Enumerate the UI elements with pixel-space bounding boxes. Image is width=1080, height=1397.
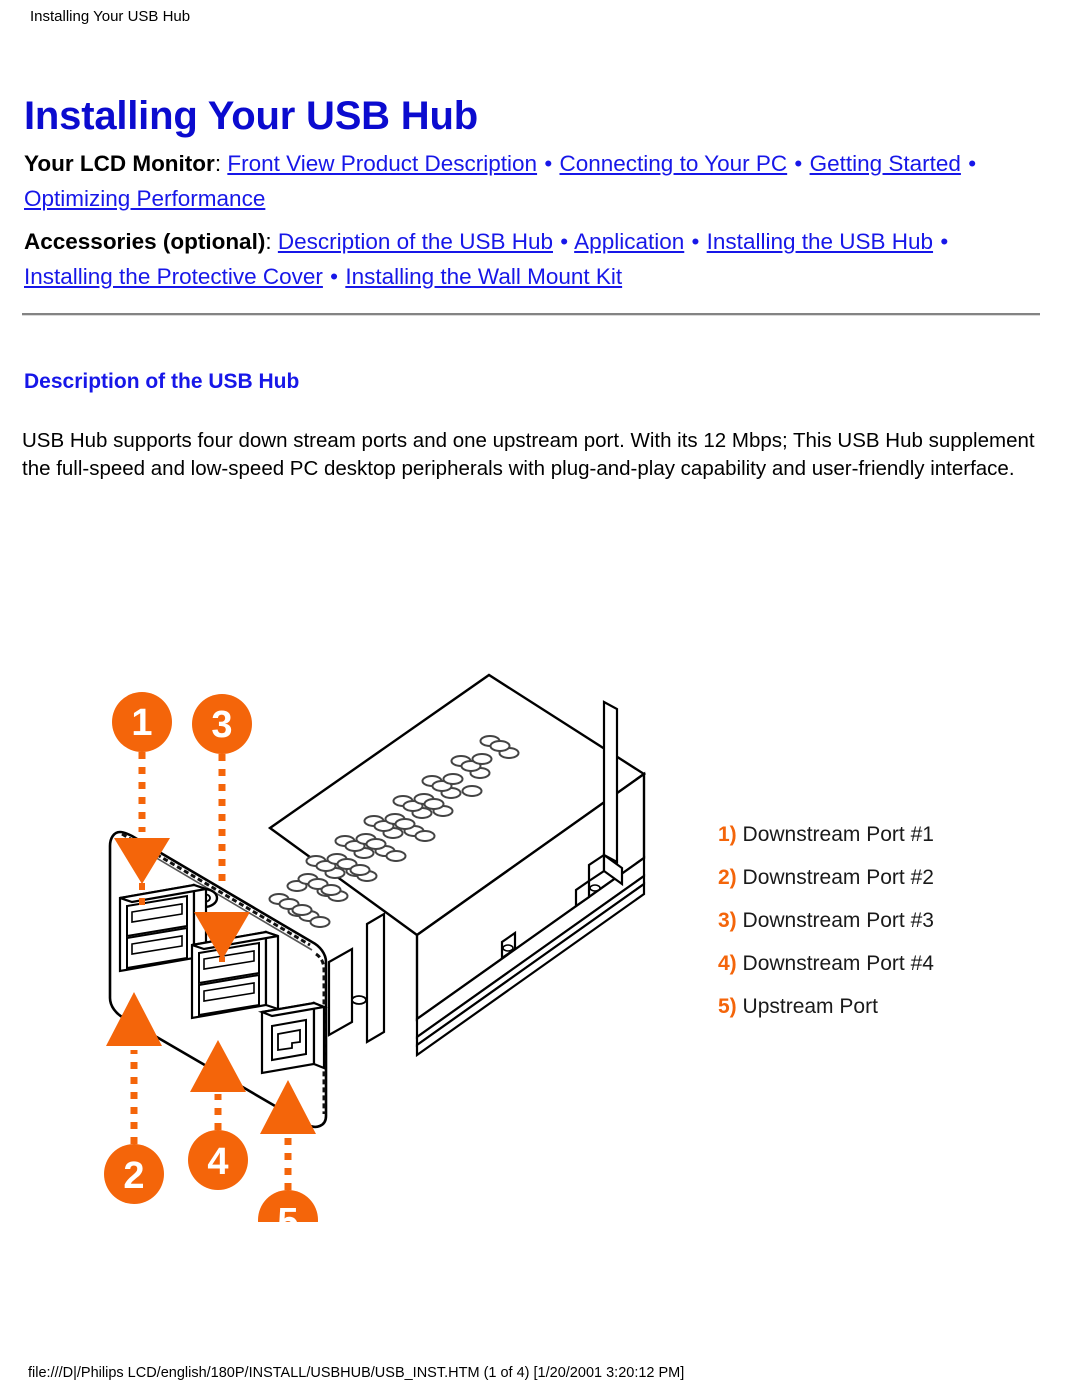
list-item: 4) Downstream Port #4 <box>718 952 1038 976</box>
hub-inner-panel <box>327 912 386 1044</box>
legend-number: 1) <box>718 823 737 846</box>
link-installing-the-usb-hub[interactable]: Installing the USB Hub <box>707 229 933 254</box>
nav-bullet: • <box>940 229 949 254</box>
link-front-view-product-description[interactable]: Front View Product Description <box>227 151 537 176</box>
usb-port-stack-right <box>190 930 280 1020</box>
nav-bullet: • <box>330 264 339 289</box>
callout-3: 3 <box>192 694 252 962</box>
list-item: 5) Upstream Port <box>718 995 1038 1019</box>
callout-4-number: 4 <box>207 1141 228 1183</box>
usb-hub-diagram: 1 3 2 4 5 <box>84 662 684 1222</box>
list-item: 1) Downstream Port #1 <box>718 823 1038 847</box>
link-connecting-to-your-pc[interactable]: Connecting to Your PC <box>559 151 787 176</box>
footer-file-path: file:///D|/Philips LCD/english/180P/INST… <box>28 1365 685 1381</box>
link-getting-started[interactable]: Getting Started <box>810 151 961 176</box>
callout-1-number: 1 <box>131 702 152 744</box>
link-application[interactable]: Application <box>574 229 684 254</box>
link-description-of-the-usb-hub[interactable]: Description of the USB Hub <box>278 229 553 254</box>
horizontal-divider <box>22 313 1040 316</box>
list-item: 2) Downstream Port #2 <box>718 866 1038 890</box>
link-installing-the-wall-mount-kit[interactable]: Installing the Wall Mount Kit <box>345 264 622 289</box>
page-title: Installing Your USB Hub <box>24 93 478 138</box>
legend-label: Downstream Port #1 <box>742 823 934 846</box>
legend-number: 4) <box>718 952 737 975</box>
nav-monitor-lead: Your LCD Monitor <box>24 151 215 176</box>
nav-accessories-lead: Accessories (optional) <box>24 229 266 254</box>
legend-label: Downstream Port #3 <box>742 909 934 932</box>
nav-accessories-separator: : <box>265 229 272 254</box>
breadcrumb-accessories: Accessories (optional): Description of t… <box>24 224 1042 294</box>
link-optimizing-performance[interactable]: Optimizing Performance <box>24 186 265 211</box>
legend-label: Upstream Port <box>742 995 878 1018</box>
nav-bullet: • <box>794 151 803 176</box>
port-legend-list: 1) Downstream Port #1 2) Downstream Port… <box>718 823 1038 1019</box>
link-installing-the-protective-cover[interactable]: Installing the Protective Cover <box>24 264 323 289</box>
upstream-port-connector <box>257 1001 329 1075</box>
breadcrumb-your-lcd-monitor: Your LCD Monitor: Front View Product Des… <box>24 146 1042 216</box>
nav-bullet: • <box>560 229 569 254</box>
list-item: 3) Downstream Port #3 <box>718 909 1038 933</box>
nav-bullet: • <box>691 229 700 254</box>
legend-number: 3) <box>718 909 737 932</box>
section-heading: Description of the USB Hub <box>24 370 300 394</box>
hub-rear-fin <box>602 700 619 864</box>
nav-bullet: • <box>544 151 553 176</box>
callout-3-number: 3 <box>211 704 232 746</box>
legend-number: 5) <box>718 995 737 1018</box>
legend-label: Downstream Port #4 <box>742 952 934 975</box>
nav-monitor-separator: : <box>214 151 222 176</box>
callout-2-number: 2 <box>123 1155 144 1197</box>
running-head: Installing Your USB Hub <box>30 8 191 25</box>
nav-bullet: • <box>968 151 977 176</box>
legend-label: Downstream Port #2 <box>742 866 934 889</box>
legend-number: 2) <box>718 866 737 889</box>
section-paragraph: USB Hub supports four down stream ports … <box>22 428 1035 480</box>
callout-5-number: 5 <box>277 1201 298 1222</box>
